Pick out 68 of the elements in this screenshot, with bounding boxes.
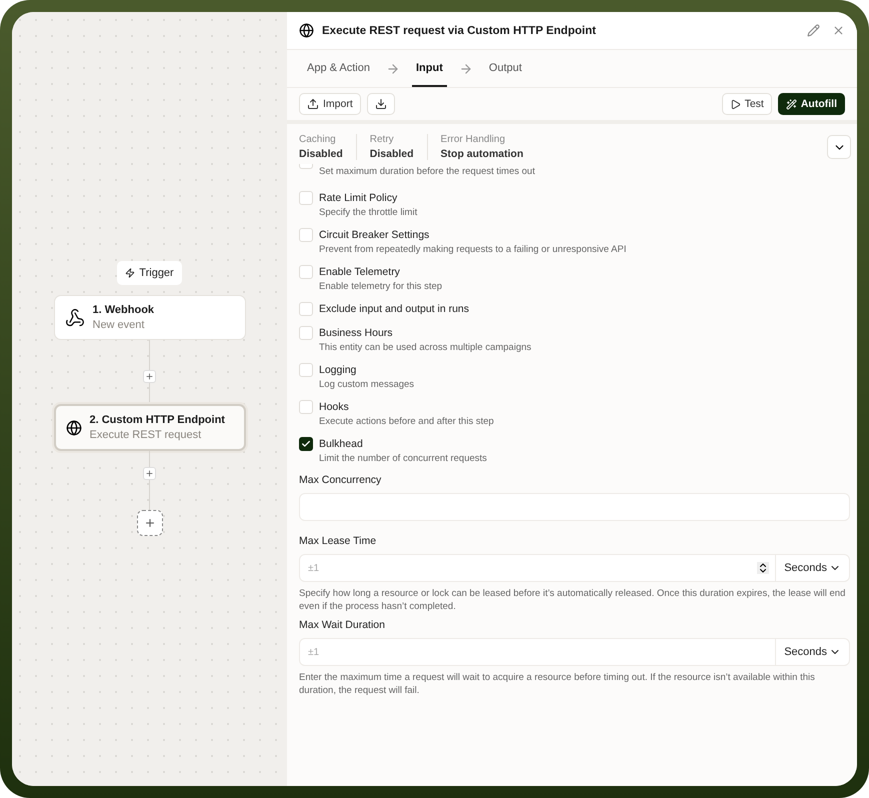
input-field[interactable]: ±1 Seconds xyxy=(299,554,850,582)
option-title: Bulkhead xyxy=(319,437,364,451)
option-title: Hooks xyxy=(319,400,350,414)
magic-wand-icon xyxy=(786,98,797,110)
trigger-text: Trigger xyxy=(139,267,174,279)
expand-button[interactable] xyxy=(827,135,851,159)
field-help: Enter the maximum time a request will wait to acquire a resource before timing out. If the resource isn’t available within this duration, the request will fail. xyxy=(299,671,816,697)
step-title: 1. Webhook xyxy=(92,304,154,316)
globe-icon xyxy=(66,420,82,436)
stepper-icon[interactable] xyxy=(757,562,770,574)
step-title: 2. Custom HTTP Endpoint xyxy=(90,414,225,426)
globe-icon xyxy=(299,23,314,38)
plus-icon xyxy=(145,372,154,381)
field-label: Max Wait Duration xyxy=(299,619,386,631)
option-title: Rate Limit Policy xyxy=(319,191,398,205)
option-title: Exclude input and output in runs xyxy=(319,302,470,316)
download-icon xyxy=(374,98,387,110)
setting-label: Error Handling xyxy=(440,134,506,145)
upload-icon xyxy=(307,98,319,110)
setting-value: Stop automation xyxy=(440,148,524,160)
option-title: Enable Telemetry xyxy=(319,265,401,279)
step-tab[interactable]: Output xyxy=(484,50,526,87)
webhook-icon xyxy=(64,308,84,328)
option-description: Set maximum duration before the request times out xyxy=(319,166,535,177)
option-title: Business Hours xyxy=(319,326,394,340)
field-help: Specify how long a resource or lock can be leased before it’s automatically released. Once this duration expires, the lease will end even if the process hasn’t completed. xyxy=(299,587,846,613)
step-card[interactable]: 1. Webhook New event xyxy=(54,295,246,340)
check-icon xyxy=(301,439,311,449)
checkbox[interactable] xyxy=(299,437,313,451)
step-tab[interactable]: App & Action xyxy=(303,50,374,87)
play-icon xyxy=(730,98,741,110)
test-button[interactable]: Test xyxy=(722,93,772,115)
option-description: Limit the number of concurrent requests xyxy=(319,453,487,464)
input-field[interactable]: ±1 Seconds xyxy=(299,638,850,666)
pencil-icon xyxy=(807,24,820,37)
autofill-button[interactable]: Autofill xyxy=(778,93,845,115)
input-field[interactable] xyxy=(299,493,850,521)
setting-label: Caching xyxy=(299,134,337,145)
option-description: This entity can be used across multiple campaigns xyxy=(319,342,532,353)
step-subtitle: New event xyxy=(92,319,146,331)
option-title: Circuit Breaker Settings xyxy=(319,228,430,242)
trigger-label[interactable]: Trigger xyxy=(117,261,182,285)
arrow-icon xyxy=(458,62,473,76)
option-description: Specify the throttle limit xyxy=(319,207,418,218)
plus-icon xyxy=(145,469,154,478)
option-title: Logging xyxy=(319,363,358,377)
panel-title: Execute REST request via Custom HTTP Endpoint xyxy=(322,24,597,36)
edit-button[interactable] xyxy=(805,22,822,39)
step-subtitle: Execute REST request xyxy=(90,429,202,441)
lightning-icon xyxy=(125,268,136,278)
step-tab[interactable]: Input xyxy=(412,50,447,87)
field-label: Max Lease Time xyxy=(299,535,378,547)
setting-value: Disabled xyxy=(370,148,414,160)
step-card[interactable]: 2. Custom HTTP Endpoint Execute REST request xyxy=(54,404,246,451)
plus-icon xyxy=(144,517,156,529)
setting-value: Disabled xyxy=(299,148,343,160)
option-description: Prevent from repeatedly making requests to a failing or unresponsive API xyxy=(319,244,626,255)
download-button[interactable] xyxy=(366,93,395,115)
unit-select[interactable]: Seconds xyxy=(775,639,849,665)
import-button[interactable]: Import xyxy=(299,93,361,115)
setting-label: Retry xyxy=(370,134,395,145)
option-description: Log custom messages xyxy=(319,379,414,390)
close-icon xyxy=(832,24,845,37)
unit-select[interactable]: Seconds xyxy=(775,555,849,581)
add-step-button[interactable] xyxy=(136,510,162,536)
field-label: Max Concurrency xyxy=(299,474,382,486)
option-description: Enable telemetry for this step xyxy=(319,281,442,292)
option-description: Execute actions before and after this step xyxy=(319,416,494,427)
